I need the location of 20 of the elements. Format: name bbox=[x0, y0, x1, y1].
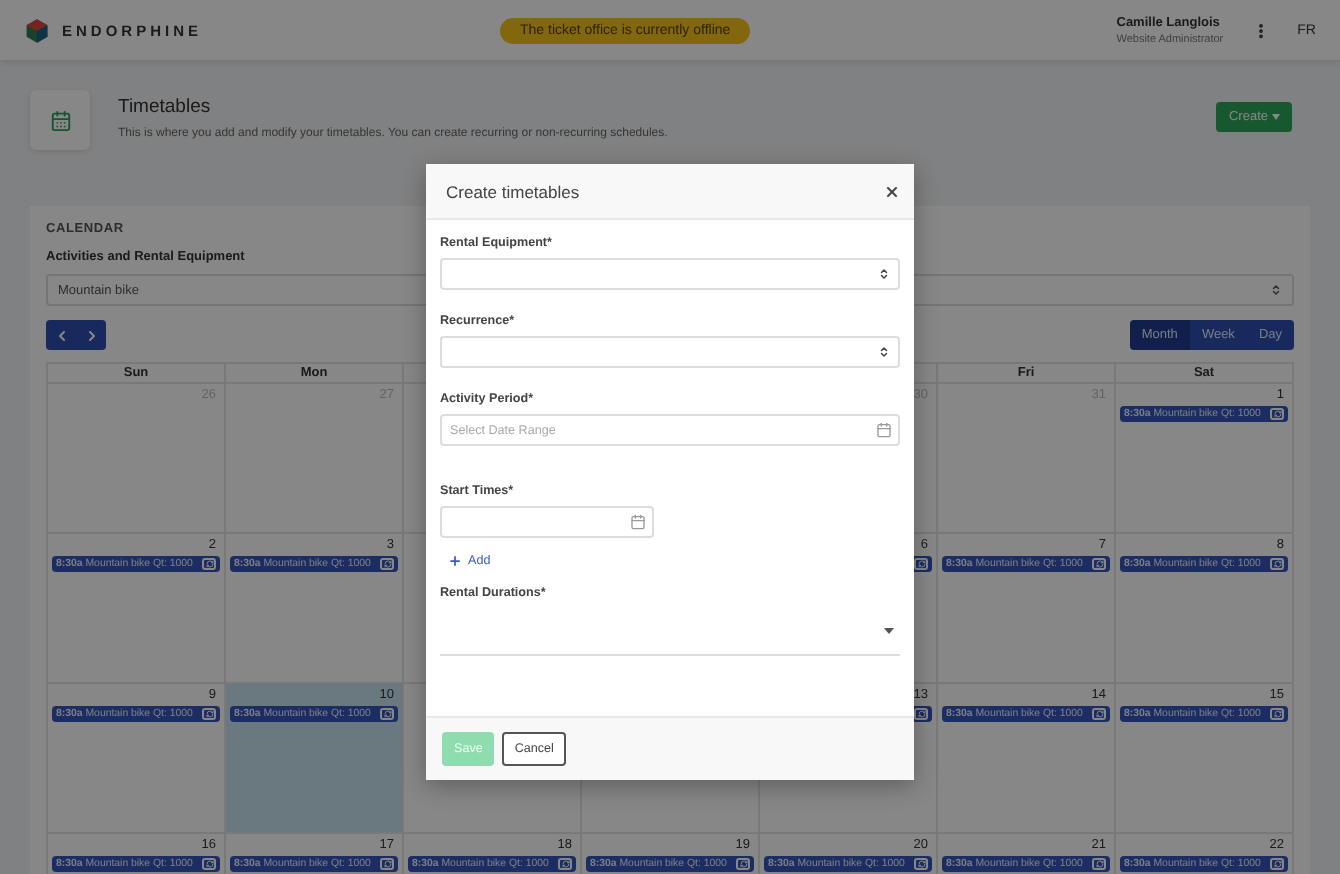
caret-icon bbox=[884, 628, 894, 634]
next-button[interactable] bbox=[76, 320, 106, 350]
chevron-left-icon bbox=[53, 327, 69, 343]
previous-button[interactable] bbox=[46, 320, 76, 350]
chevron-right-icon bbox=[83, 327, 99, 343]
close-button[interactable] bbox=[884, 183, 900, 199]
calendar-icon bbox=[876, 422, 892, 438]
calendar-icon bbox=[30, 90, 90, 150]
logo-icon bbox=[24, 17, 50, 43]
time-field[interactable] bbox=[440, 506, 654, 538]
updown-icon bbox=[878, 268, 890, 280]
modal-title: Create timetables bbox=[446, 181, 580, 201]
select-field[interactable] bbox=[440, 258, 900, 290]
calendar-icon bbox=[630, 514, 646, 530]
select-field[interactable] bbox=[440, 336, 900, 368]
plus-icon bbox=[448, 554, 462, 568]
page-title: Timetables bbox=[118, 96, 213, 118]
updown-icon bbox=[878, 346, 890, 358]
updown-icon bbox=[1270, 284, 1282, 296]
caret-icon bbox=[1272, 114, 1280, 120]
